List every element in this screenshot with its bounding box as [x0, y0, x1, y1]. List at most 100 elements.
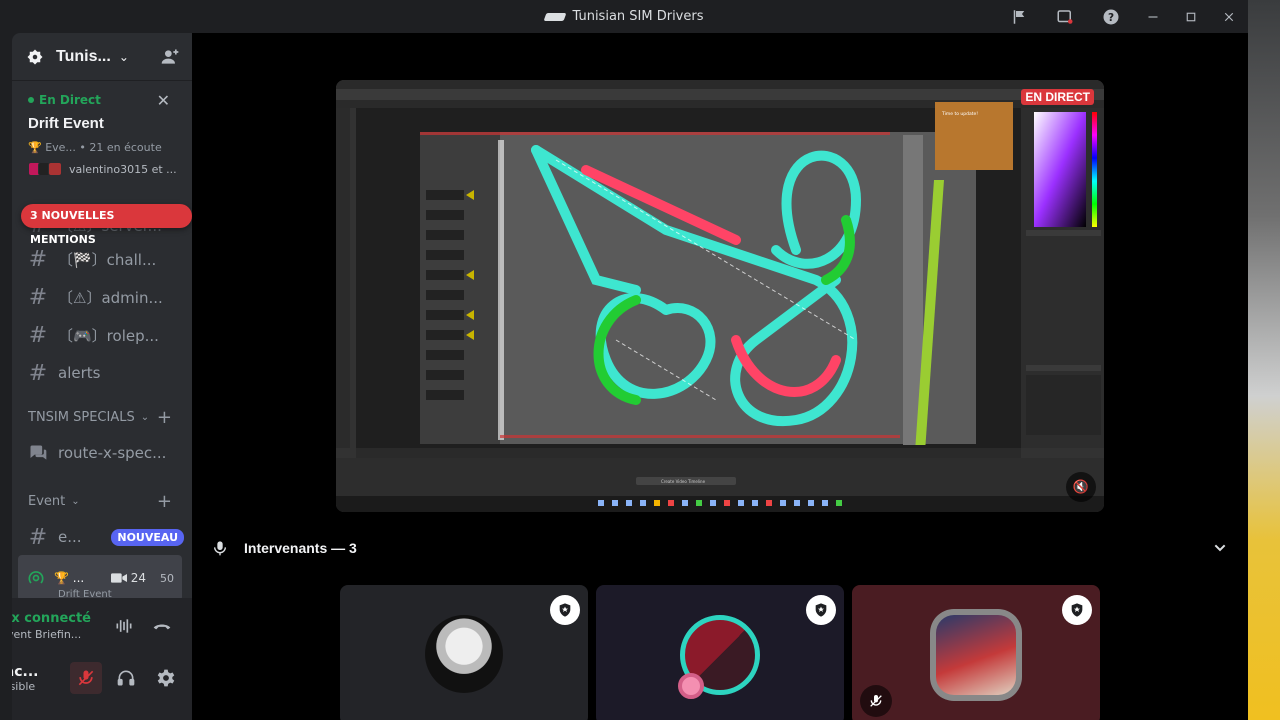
channel-list: # 〔⚠〕server... # 〔🏁〕chall... # 〔⚠〕admin.… [12, 210, 192, 556]
video-indicator: 24 [110, 571, 146, 585]
user-settings-button[interactable] [150, 662, 182, 694]
stream-volume-button[interactable]: 🔇 [1066, 472, 1096, 502]
mic-muted-icon [78, 670, 94, 686]
new-mentions-pill[interactable]: 3 NOUVELLES MENTIONS [21, 204, 192, 246]
mic-muted-icon [860, 685, 892, 717]
speakers-header[interactable]: Intervenants — 3 [192, 528, 1248, 568]
title-bar: Tunisian SIM Drivers ? [0, 0, 1248, 33]
close-icon[interactable]: ✕ [157, 91, 170, 110]
noise-suppression-button[interactable] [108, 610, 140, 642]
microphone-icon [214, 541, 226, 556]
update-popup-title: Time to update! [941, 111, 978, 117]
add-channel-icon[interactable]: + [157, 491, 172, 512]
live-event-panel[interactable]: En Direct ✕ Drift Event 🏆 Eve... • 21 en… [12, 81, 192, 193]
live-event-meta: 🏆 Eve... • 21 en écoute [28, 141, 162, 154]
server-header[interactable]: Tunis... ⌄ [12, 33, 192, 81]
category-label: Event [28, 493, 66, 509]
timeline-button: Create Video Timeline [661, 479, 706, 484]
headphones-icon [117, 670, 135, 686]
stage-channel-icon [28, 571, 44, 584]
gear-icon [157, 669, 175, 687]
live-event-title: Drift Event [28, 115, 104, 132]
channel-label: 〔🎮〕rolep... [58, 326, 159, 345]
close-icon[interactable] [1210, 0, 1248, 33]
chevron-down-icon: ⌄ [118, 49, 129, 64]
channel-item[interactable]: # 〔⚠〕admin... [12, 278, 192, 316]
live-event-attendees: valentino3015 et ... [28, 162, 192, 176]
user-limit: 50 [160, 571, 174, 585]
category-label: TNSIM SPECIALS [28, 409, 135, 425]
add-channel-icon[interactable]: + [157, 407, 172, 428]
svg-text:?: ? [1108, 11, 1114, 23]
avatar [48, 162, 62, 176]
voice-channel-item[interactable]: 🏆 ... 24 50 Drift Event [18, 555, 182, 601]
maximize-icon[interactable] [1172, 0, 1210, 33]
window-title: Tunisian SIM Drivers [572, 9, 704, 24]
rules-channel-icon: # [28, 360, 48, 386]
live-status-label: En Direct [39, 93, 101, 107]
stage-view: Time to update! Create Video Timeline EN… [192, 33, 1248, 720]
mute-button[interactable] [70, 662, 102, 694]
channel-label: 〔⚠〕admin... [58, 288, 163, 307]
voice-connected-label: oix connecté [12, 611, 91, 626]
help-icon[interactable]: ? [1088, 0, 1134, 33]
minimize-icon[interactable] [1134, 0, 1172, 33]
voice-channel-name: Event Briefin... [12, 628, 82, 641]
moderator-badge [1062, 595, 1092, 625]
hang-up-icon [153, 624, 171, 630]
speaker-tile[interactable] [596, 585, 844, 720]
inbox-icon[interactable] [1042, 0, 1088, 33]
donut-decoration-icon [678, 673, 704, 699]
live-dot-icon [28, 97, 34, 103]
disconnect-button[interactable] [146, 610, 178, 642]
stream-frame: Time to update! Create Video Timeline [336, 80, 1104, 512]
moderator-shield-icon [559, 603, 571, 617]
new-badge: NOUVEAU [111, 528, 184, 546]
channel-item[interactable]: # alerts [12, 354, 192, 392]
rules-channel-icon: # [28, 284, 48, 310]
channel-label: e... [58, 528, 82, 546]
add-member-icon[interactable] [160, 47, 180, 67]
speaker-tile[interactable] [340, 585, 588, 720]
channel-label: alerts [58, 364, 101, 382]
moderator-badge [550, 595, 580, 625]
channel-item[interactable]: # 〔🎮〕rolep... [12, 316, 192, 354]
attendees-label: valentino3015 et ... [69, 162, 177, 176]
community-icon [27, 49, 43, 64]
forum-channel-item[interactable]: route-x-spec... [12, 434, 192, 472]
speaker-muted-icon: 🔇 [1072, 479, 1090, 495]
avatar [425, 615, 503, 693]
category-event[interactable]: Event ⌄ + [12, 484, 192, 518]
screen-share-stream[interactable]: Time to update! Create Video Timeline EN… [336, 80, 1104, 512]
soundwave-icon [116, 619, 132, 633]
voice-channel-label: 🏆 ... [54, 571, 85, 585]
rules-channel-icon: # [28, 322, 48, 348]
window-title-group: Tunisian SIM Drivers [543, 9, 704, 24]
username: lac... [12, 663, 39, 680]
speakers-label: Intervenants — 3 [244, 540, 357, 556]
channel-sidebar: Tunis... ⌄ En Direct ✕ Drift Event 🏆 Eve… [12, 33, 192, 720]
channel-item[interactable]: # e... NOUVEAU [12, 518, 192, 556]
chevron-down-icon[interactable] [1212, 540, 1228, 556]
deafen-button[interactable] [110, 662, 142, 694]
category-tnsim-specials[interactable]: TNSIM SPECIALS ⌄ + [12, 400, 192, 434]
chevron-down-icon: ⌄ [140, 411, 150, 423]
moderator-badge [806, 595, 836, 625]
server-logo-icon [543, 12, 566, 21]
chevron-down-icon: ⌄ [71, 495, 80, 507]
server-name: Tunis... [56, 47, 111, 65]
user-row: lac... visible [12, 662, 192, 694]
video-count: 24 [130, 571, 146, 585]
moderator-shield-icon [815, 603, 827, 617]
channel-label: route-x-spec... [58, 444, 167, 462]
hashtag-icon: # [28, 524, 48, 550]
user-status: visible [12, 679, 36, 693]
desktop-background [1248, 0, 1280, 720]
live-badge: EN DIRECT [1021, 89, 1094, 105]
avatar [930, 609, 1022, 701]
events-flag-icon[interactable] [996, 0, 1042, 33]
moderator-shield-icon [1071, 603, 1083, 617]
user-panel: oix connecté Event Briefin... lac... vis… [12, 598, 192, 720]
forum-icon [30, 445, 47, 460]
speaker-tile[interactable] [852, 585, 1100, 720]
